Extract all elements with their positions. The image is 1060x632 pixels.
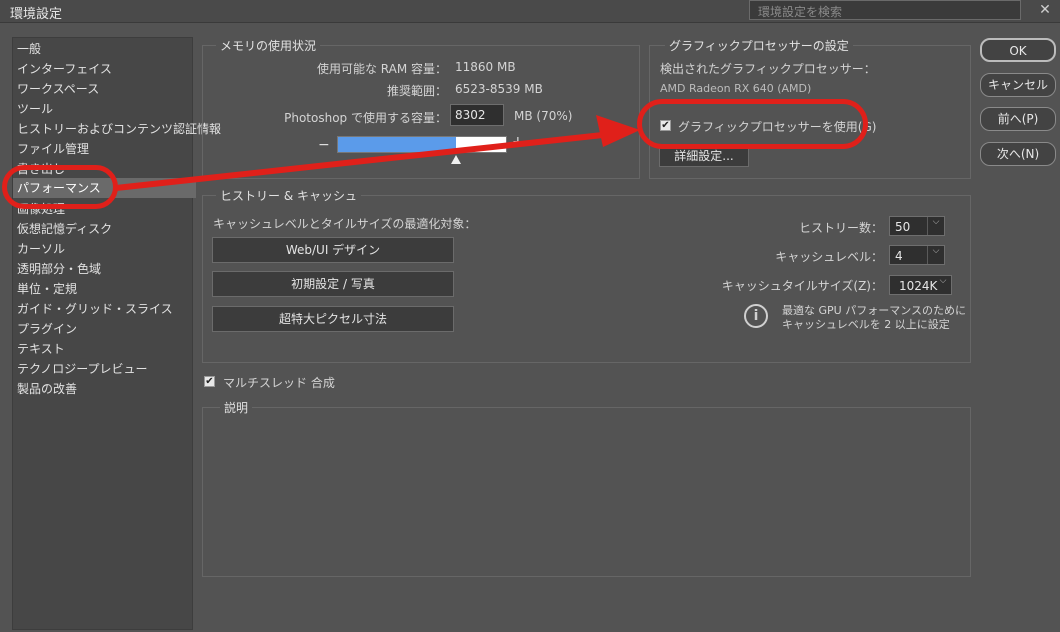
annotation-arrow (113, 115, 640, 191)
annotation-arrow-head (596, 115, 640, 147)
annotation-arrow-shaft (113, 131, 615, 191)
